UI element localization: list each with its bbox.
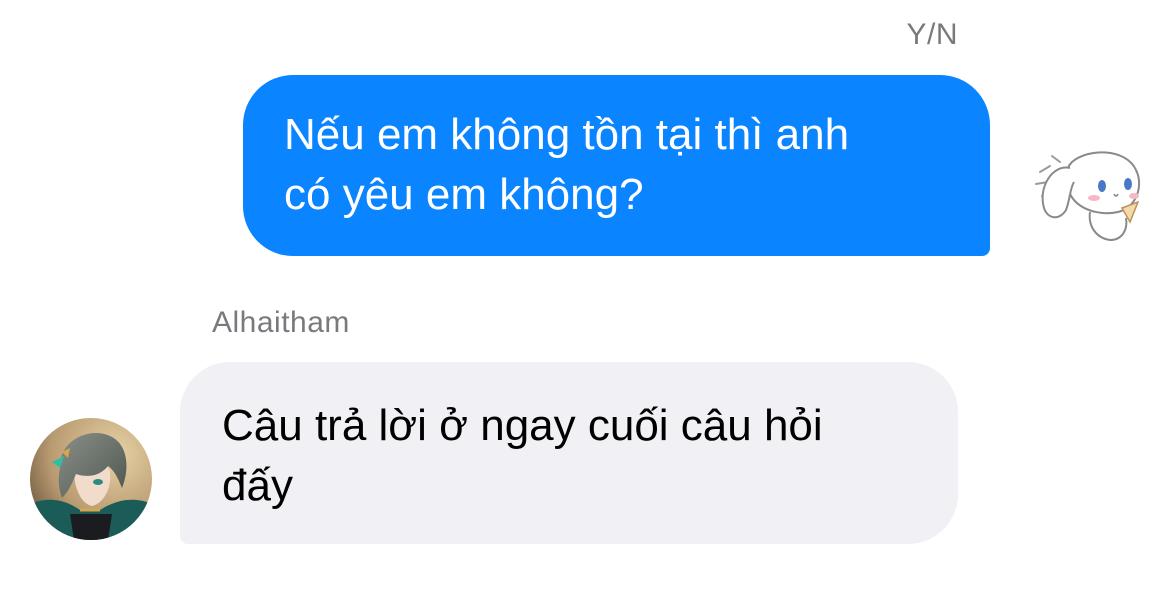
sender-name-incoming: Alhaitham (212, 306, 350, 339)
cinnamoroll-sticker-icon[interactable] (1030, 138, 1150, 250)
message-text-line: Câu trả lời ở ngay cuối câu hỏi (222, 401, 823, 450)
message-text-line: có yêu em không? (284, 170, 644, 219)
message-bubble-incoming[interactable]: Câu trả lời ở ngay cuối câu hỏi đấy (180, 362, 958, 544)
chat-thread: Y/N Nếu em không tồn tại thì anh có yêu … (0, 0, 1170, 604)
message-text-line: Nếu em không tồn tại thì anh (284, 110, 850, 159)
sender-avatar-image[interactable] (30, 418, 152, 540)
message-text-line: đấy (222, 461, 293, 510)
sender-name-outgoing: Y/N (906, 18, 958, 51)
message-bubble-outgoing[interactable]: Nếu em không tồn tại thì anh có yêu em k… (243, 75, 990, 256)
